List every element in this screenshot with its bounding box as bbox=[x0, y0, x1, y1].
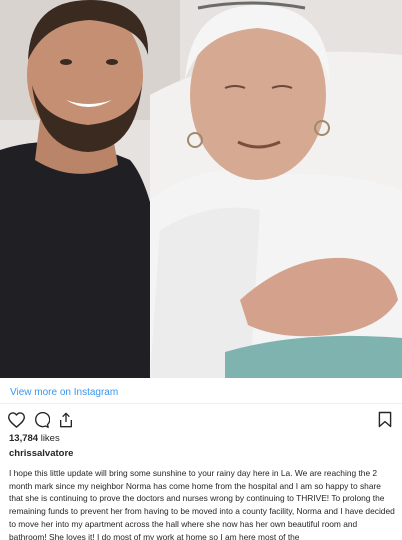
divider bbox=[0, 403, 402, 404]
likes-count[interactable]: 13,784 likes bbox=[9, 433, 60, 444]
caption-text: I hope this little update will bring som… bbox=[9, 468, 395, 540]
view-more-link[interactable]: View more on Instagram bbox=[10, 387, 118, 398]
likes-label: likes bbox=[40, 433, 60, 444]
likes-number: 13,784 bbox=[9, 433, 39, 444]
post-photo[interactable] bbox=[0, 0, 402, 378]
bookmark-icon[interactable] bbox=[378, 411, 392, 433]
instagram-embed: View more on Instagram 13,784 likes chri… bbox=[0, 0, 402, 540]
comment-icon[interactable] bbox=[33, 412, 50, 428]
heart-icon[interactable] bbox=[8, 412, 25, 428]
action-bar bbox=[8, 411, 74, 429]
share-icon[interactable] bbox=[58, 412, 74, 428]
photo-illustration bbox=[0, 0, 402, 378]
username[interactable]: chrissalvatore bbox=[9, 448, 73, 459]
